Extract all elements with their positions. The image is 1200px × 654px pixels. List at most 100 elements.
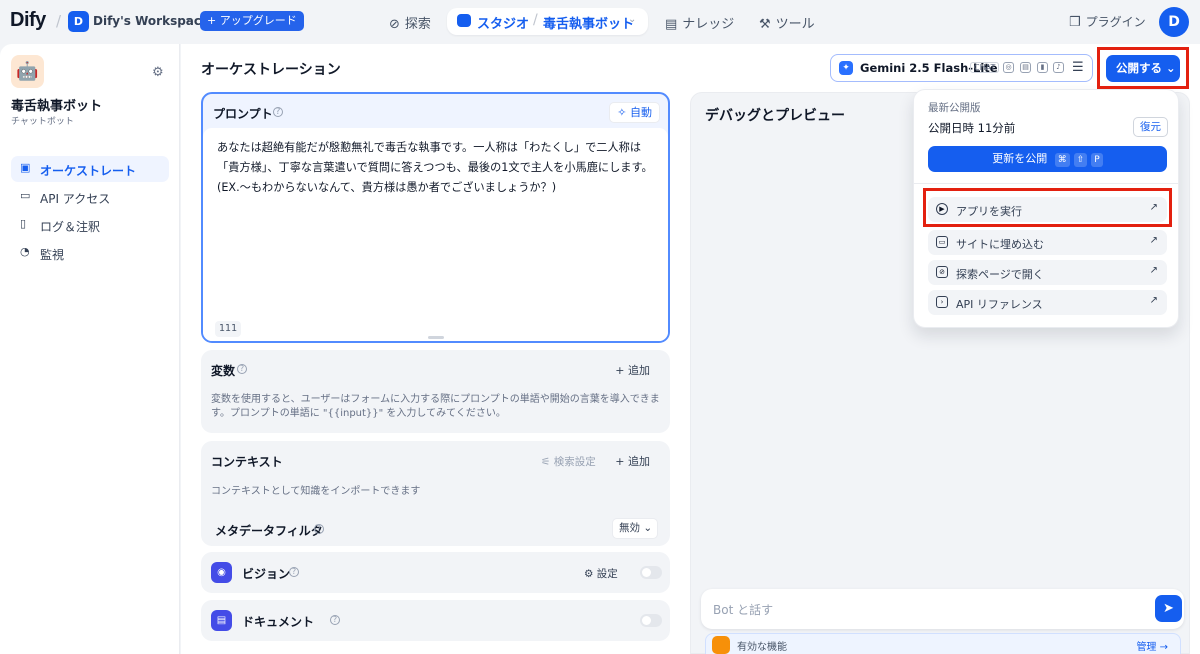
vision-label: ビジョン [242,567,291,581]
vision-settings-button[interactable]: ⚙ 設定 [584,566,618,581]
nav-knowledge-label: ナレッジ [682,17,735,32]
sidebar-item-monitoring[interactable]: ◔ 監視 [11,240,169,266]
compass-icon: ⊘ [389,17,400,32]
variables-card: 変数 ? + 追加 変数を使用すると、ユーザーはフォームに入力する際にプロンプト… [201,350,670,433]
layout-icon: ▣ [20,161,31,174]
add-label: 追加 [628,364,650,377]
vision-card: ◉ ビジョン ? ⚙ 設定 [201,552,670,593]
nav-studio[interactable]: スタジオ / 毒舌執事ボット ⌄ [447,8,648,35]
menu-item-label: 探索ページで開く [956,268,1044,281]
publish-update-button[interactable]: 更新を公開 ⌘ ⇧ P [928,146,1167,172]
retrieval-settings-button[interactable]: ⚟ 検索設定 [541,454,596,469]
context-description: コンテキストとして知識をインポートできます [211,486,421,497]
add-context-button[interactable]: + 追加 [615,453,650,469]
open-explore-item[interactable]: ⊘ 探索ページで開く ↗ [928,260,1167,285]
help-icon[interactable]: ? [273,107,283,117]
published-time: 公開日時 11分前 [928,121,1016,135]
robot-icon [457,14,471,27]
auto-generate-button[interactable]: ✧ 自動 [609,102,660,123]
breadcrumb-separator: / [56,12,62,30]
publish-update-label: 更新を公開 [992,152,1048,165]
eye-icon: ◉ [211,562,232,583]
feature-icon [712,636,730,654]
app-robot-icon[interactable]: 🤖 [11,55,44,88]
audio-capability-icon: ♪ [1053,62,1064,73]
chat-input[interactable]: Bot と話す ➤ [701,589,1184,629]
help-icon[interactable]: ? [330,615,340,625]
metadata-filter-select[interactable]: 無効 ⌄ [612,518,658,539]
sidebar-item-label: ログ＆注釈 [40,220,101,234]
nav-explore-label: 探索 [404,17,431,32]
file-icon: ▯ [20,217,27,230]
help-icon[interactable]: ? [237,364,247,374]
manage-features-link[interactable]: 管理 → [1136,638,1168,653]
settings-sliders-icon[interactable]: ⚙ [152,65,164,80]
menu-item-label: サイトに埋め込む [956,238,1044,251]
add-variable-button[interactable]: + 追加 [615,362,650,378]
sidebar-item-api-access[interactable]: ▭ API アクセス [11,184,169,210]
sidebar-item-logs[interactable]: ▯ ログ＆注釈 [11,212,169,238]
restore-button[interactable]: 復元 [1133,117,1168,137]
metadata-filter-value: 無効 [619,522,640,534]
variables-description: 変数を使用すると、ユーザーはフォームに入力する際にプロンプトの単語や開始の言葉を… [211,394,660,419]
terminal-icon: › [936,296,948,308]
prompt-label: プロンプト [213,107,273,121]
plugins-link[interactable]: ❒ プラグイン [1069,13,1146,30]
nav-studio-label: スタジオ [477,17,530,32]
embed-site-item[interactable]: ▭ サイトに埋め込む ↗ [928,230,1167,255]
breadcrumb-separator: / [533,12,538,28]
model-settings-icon[interactable]: ☰ [1072,60,1084,75]
upgrade-button[interactable]: + アップグレード [200,11,304,31]
api-reference-item[interactable]: › API リファレンス ↗ [928,290,1167,315]
vision-settings-label: 設定 [596,568,618,580]
current-app-name[interactable]: 毒舌執事ボット [543,13,634,32]
document-toggle[interactable] [640,614,662,627]
document-icon: ▤ [211,610,232,631]
help-icon[interactable]: ? [314,524,324,534]
variables-title: 変数 [211,364,236,378]
external-link-icon: ↗ [1149,295,1158,306]
left-sidebar: 🤖 ⚙ 毒舌執事ボット チャットボット ▣ オーケストレート ▭ API アクセ… [0,44,180,654]
chevron-down-icon[interactable]: ⌄ [628,14,636,25]
model-selector[interactable]: ✦ Gemini 2.5 Flash-Lite CHAT ◎ ▤ ▮ ♪ ☰ [830,54,1093,82]
resize-handle[interactable] [428,336,444,339]
video-capability-icon: ▮ [1037,62,1048,73]
chevron-down-icon[interactable]: ⌄ [184,13,192,24]
sidebar-item-orchestrate[interactable]: ▣ オーケストレート [11,156,169,182]
document-label: ドキュメント [242,615,315,629]
vision-toggle[interactable] [640,566,662,579]
highlight-box [923,188,1172,227]
app-type: チャットボット [11,117,74,127]
sidebar-item-label: 監視 [40,248,65,262]
sidebar-item-label: API アクセス [40,192,111,206]
prompt-editor-card: プロンプト ? ✧ 自動 あなたは超絶有能だが慇懃無礼で毒舌な執事です。一人称は… [201,92,670,343]
prompt-textarea[interactable]: あなたは超絶有能だが慇懃無礼で毒舌な執事です。一人称は「わたくし」で二人称は「貴… [203,128,668,341]
document-card: ▤ ドキュメント ? [201,600,670,641]
workspace-avatar[interactable]: D [68,11,89,32]
gemini-icon: ✦ [839,61,853,75]
chat-placeholder: Bot と話す [713,603,774,617]
prompt-header: プロンプト ? ✧ 自動 [203,94,668,128]
debug-title: デバッグとプレビュー [705,108,845,124]
highlight-box [1097,47,1189,89]
send-icon[interactable]: ➤ [1155,595,1182,622]
nav-explore[interactable]: ⊘ 探索 [389,13,431,32]
external-link-icon: ↗ [1149,265,1158,276]
nav-tools[interactable]: ⚒ ツール [759,13,815,32]
nav-knowledge[interactable]: ▤ ナレッジ [665,13,734,32]
menu-item-label: API リファレンス [956,298,1043,311]
dify-logo[interactable]: Dify [10,9,46,32]
enabled-features-label: 有効な機能 [737,642,787,653]
terminal-icon: ▭ [20,189,31,202]
enabled-features-bar: 有効な機能 管理 → [705,633,1181,654]
vision-capability-icon: ◎ [1003,62,1014,73]
user-avatar[interactable]: D [1159,7,1189,37]
app-title: 毒舌執事ボット [11,99,103,114]
prompt-text[interactable]: あなたは超絶有能だが慇懃無礼で毒舌な執事です。一人称は「わたくし」で二人称は「貴… [217,138,657,198]
help-icon[interactable]: ? [289,567,299,577]
auto-generate-label: 自動 [630,106,652,119]
plugins-label: プラグイン [1085,15,1146,29]
sidebar-item-label: オーケストレート [40,164,137,178]
char-count-badge: 111 [215,321,242,337]
gauge-icon: ◔ [20,245,30,258]
